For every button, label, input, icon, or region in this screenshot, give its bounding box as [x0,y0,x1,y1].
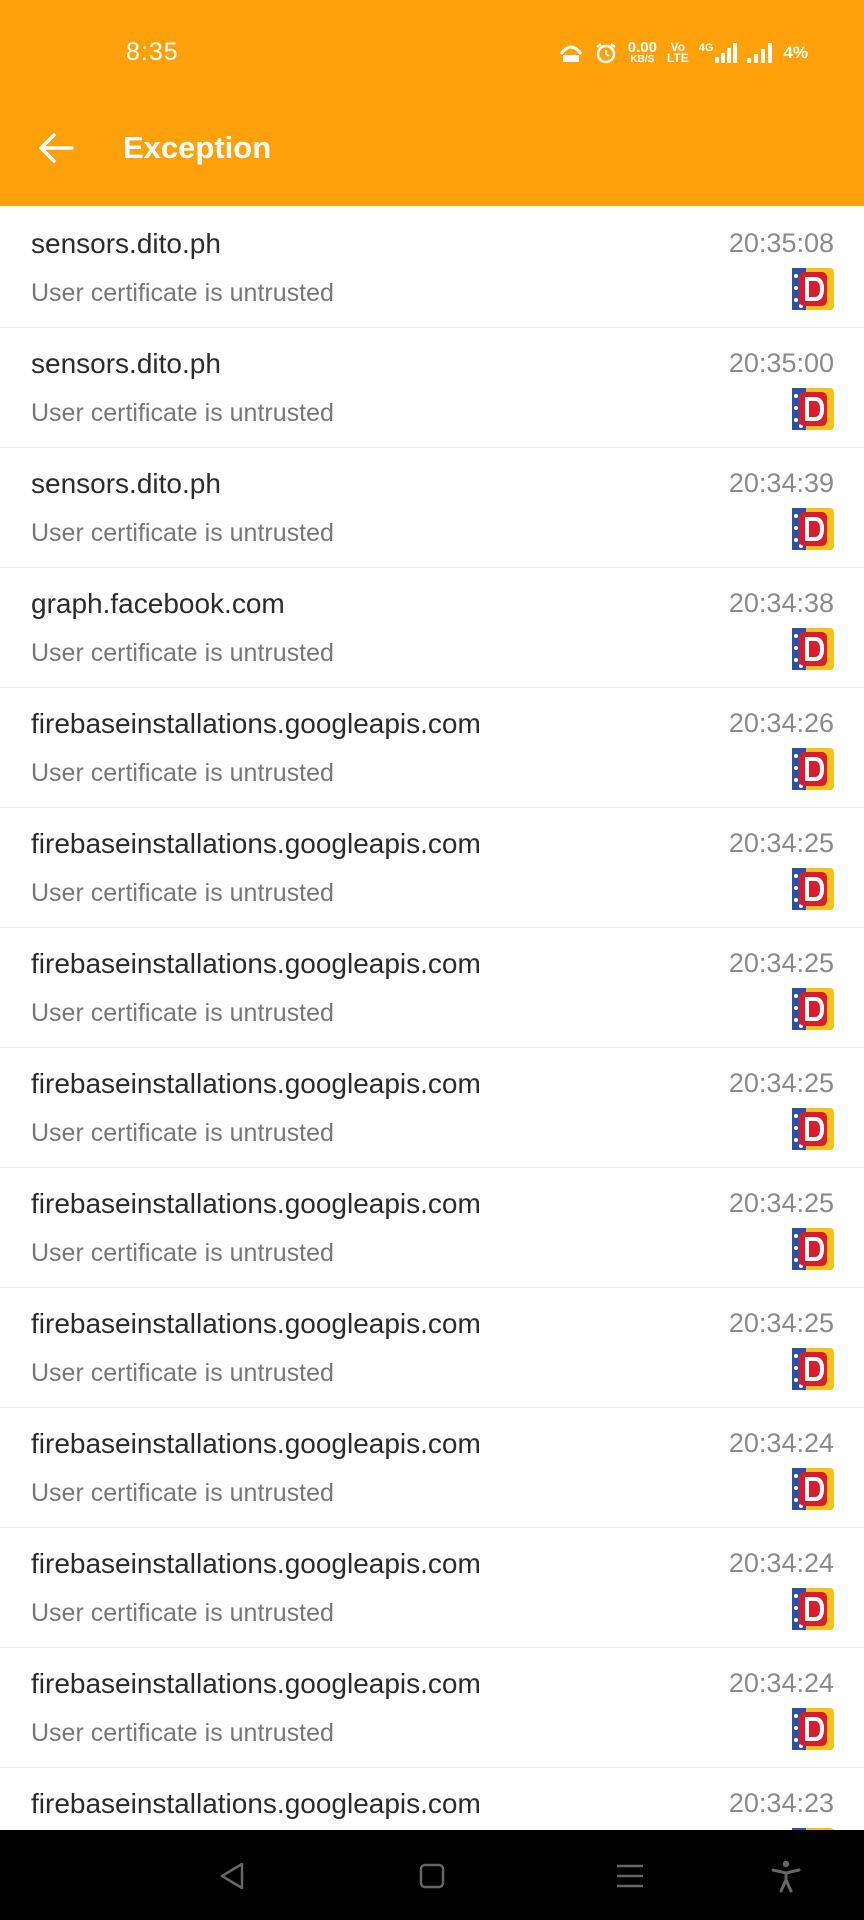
row-time: 20:34:24 [728,1548,834,1578]
row-host: firebaseinstallations.googleapis.com [31,1188,481,1219]
row-message: User certificate is untrusted [31,1479,334,1507]
row-message: User certificate is untrusted [31,279,334,307]
row-time: 20:35:00 [728,348,834,378]
row-host: firebaseinstallations.googleapis.com [31,1308,481,1339]
row-time: 20:34:23 [728,1788,834,1818]
dito-app-icon [792,388,834,430]
row-host: firebaseinstallations.googleapis.com [31,1788,481,1819]
back-button[interactable] [36,128,76,168]
row-message: User certificate is untrusted [31,1119,334,1147]
signal-4g: 4G [699,42,738,63]
list-item[interactable]: firebaseinstallations.googleapis.com Use… [0,1408,864,1528]
row-host: sensors.dito.ph [31,348,221,379]
dito-app-icon [792,1348,834,1390]
row-message: User certificate is untrusted [31,399,334,427]
signal-bars-icon [715,42,738,63]
row-time: 20:35:08 [728,228,834,258]
list-item[interactable]: firebaseinstallations.googleapis.com Use… [0,808,864,928]
volte-indicator: Vo LTE [666,39,689,65]
exception-list[interactable]: sensors.dito.ph User certificate is untr… [0,208,864,1830]
row-host: sensors.dito.ph [31,468,221,499]
row-host: firebaseinstallations.googleapis.com [31,1428,481,1459]
row-host: firebaseinstallations.googleapis.com [31,1068,481,1099]
list-item[interactable]: sensors.dito.ph User certificate is untr… [0,328,864,448]
row-host: firebaseinstallations.googleapis.com [31,708,481,739]
status-icons: 0.00 KB/S Vo LTE 4G 4% [558,40,808,65]
list-item[interactable]: firebaseinstallations.googleapis.com Use… [0,688,864,808]
dito-app-icon [792,1228,834,1270]
list-item[interactable]: graph.facebook.com User certificate is u… [0,568,864,688]
top-bar: 8:35 0.00 KB/S Vo LTE 4G 4% Exception [0,0,864,206]
row-host: graph.facebook.com [31,588,285,619]
row-time: 20:34:26 [728,708,834,738]
dito-app-icon [792,1708,834,1750]
vpn-icon [559,45,582,62]
nav-home-icon[interactable] [414,1858,450,1894]
row-host: sensors.dito.ph [31,228,221,259]
row-message: User certificate is untrusted [31,1719,334,1747]
row-message: User certificate is untrusted [31,879,334,907]
row-host: firebaseinstallations.googleapis.com [31,828,481,859]
row-message: User certificate is untrusted [31,759,334,787]
dito-app-icon [792,508,834,550]
alarm-icon [596,42,616,63]
row-message: User certificate is untrusted [31,1239,334,1267]
row-time: 20:34:25 [728,1188,834,1218]
dito-app-icon [792,1588,834,1630]
nav-menu-icon[interactable] [612,1858,648,1894]
list-item[interactable]: firebaseinstallations.googleapis.com Use… [0,1528,864,1648]
row-time: 20:34:38 [728,588,834,618]
battery-percent: 4% [783,42,808,62]
dito-app-icon [792,748,834,790]
row-message: User certificate is untrusted [31,999,334,1027]
list-item[interactable]: sensors.dito.ph User certificate is untr… [0,448,864,568]
signal-bars-icon [747,42,773,63]
dito-app-icon [792,628,834,670]
row-time: 20:34:25 [728,828,834,858]
dito-app-icon [792,268,834,310]
list-item[interactable]: firebaseinstallations.googleapis.com Use… [0,928,864,1048]
accessibility-icon[interactable] [768,1858,804,1894]
list-item[interactable]: firebaseinstallations.googleapis.com Use… [0,1168,864,1288]
dito-app-icon [792,1468,834,1510]
dito-app-icon [792,988,834,1030]
list-item[interactable]: sensors.dito.ph User certificate is untr… [0,208,864,328]
network-speed: 0.00 KB/S [627,39,657,65]
row-message: User certificate is untrusted [31,519,334,547]
row-host: firebaseinstallations.googleapis.com [31,1548,481,1579]
list-item[interactable]: firebaseinstallations.googleapis.com 20:… [0,1768,864,1830]
list-item[interactable]: firebaseinstallations.googleapis.com Use… [0,1648,864,1768]
dito-app-icon [792,1108,834,1150]
row-time: 20:34:25 [728,1068,834,1098]
row-message: User certificate is untrusted [31,1359,334,1387]
row-message: User certificate is untrusted [31,639,334,667]
row-time: 20:34:39 [728,468,834,498]
row-host: firebaseinstallations.googleapis.com [31,1668,481,1699]
row-message: User certificate is untrusted [31,1599,334,1627]
row-time: 20:34:24 [728,1668,834,1698]
system-nav-bar [0,1830,864,1920]
list-item[interactable]: firebaseinstallations.googleapis.com Use… [0,1288,864,1408]
row-host: firebaseinstallations.googleapis.com [31,948,481,979]
arrow-left-icon [39,133,74,163]
row-time: 20:34:25 [728,948,834,978]
dito-app-icon [792,868,834,910]
page-title: Exception [123,130,272,165]
status-time: 8:35 [126,38,179,66]
row-time: 20:34:25 [728,1308,834,1338]
row-time: 20:34:24 [728,1428,834,1458]
list-item[interactable]: firebaseinstallations.googleapis.com Use… [0,1048,864,1168]
nav-back-icon[interactable] [214,1858,250,1894]
